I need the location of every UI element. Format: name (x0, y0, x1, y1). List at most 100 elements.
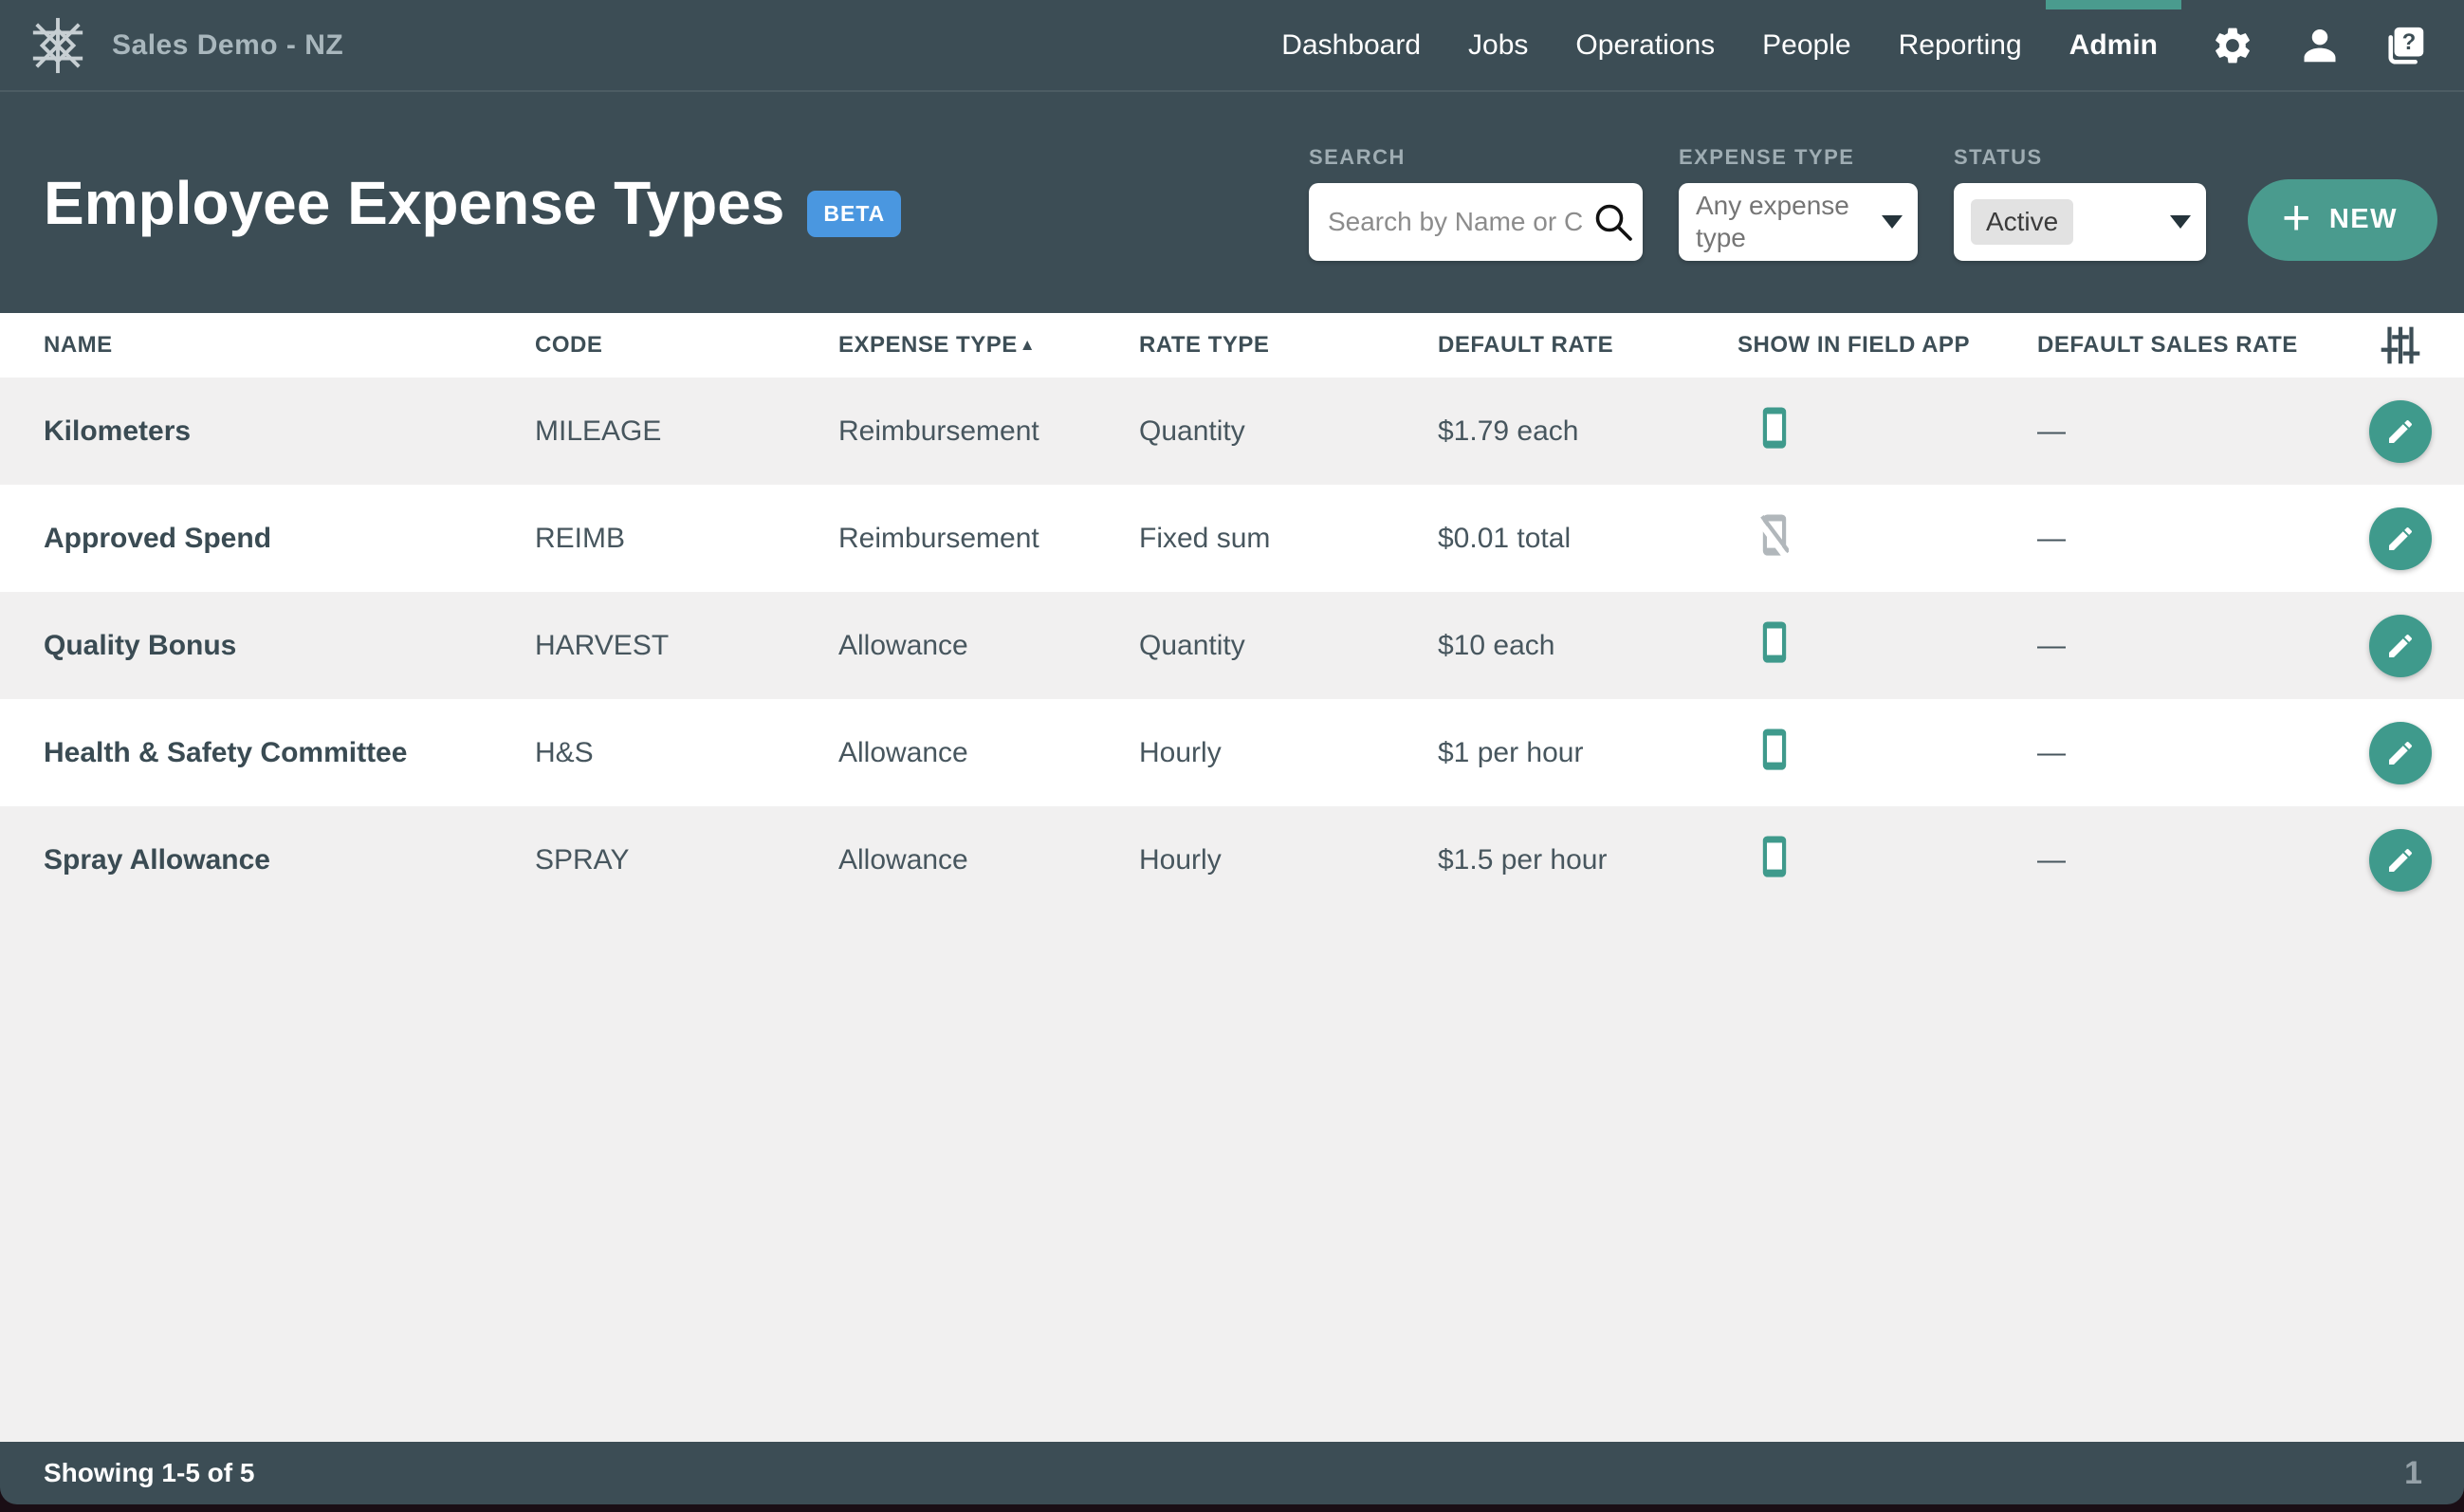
edit-button[interactable] (2369, 722, 2432, 784)
new-button[interactable]: + NEW (2248, 179, 2437, 261)
column-header-name[interactable]: NAME (0, 332, 535, 359)
expense-type-category: Allowance (838, 630, 1139, 662)
title-row: Employee Expense Types BETA (44, 168, 901, 238)
search-box (1309, 183, 1643, 261)
nav-item-reporting[interactable]: Reporting (1875, 0, 2046, 90)
column-header-expense-type[interactable]: EXPENSE TYPE▲ (838, 332, 1139, 359)
show-in-field-app-phone-icon (1760, 834, 1789, 879)
table-body: Kilometers MILEAGE Reimbursement Quantit… (0, 378, 2464, 913)
rate-type: Quantity (1139, 630, 1438, 662)
column-header-default-rate[interactable]: DEFAULT RATE (1438, 332, 1738, 359)
table-row[interactable]: Spray Allowance SPRAY Allowance Hourly $… (0, 806, 2464, 913)
show-in-field-app-phone-icon (1760, 727, 1789, 772)
help-button[interactable]: ? (2384, 23, 2430, 68)
page-number[interactable]: 1 (2404, 1455, 2422, 1492)
nav-item-people[interactable]: People (1738, 0, 1874, 90)
rate-type: Hourly (1139, 737, 1438, 769)
pencil-icon (2385, 845, 2416, 876)
status-chip: Active (1971, 199, 2073, 245)
expense-type-code: H&S (535, 737, 838, 769)
column-header-default-sales-rate[interactable]: DEFAULT SALES RATE (2037, 332, 2337, 359)
show-in-field-app-phone-icon (1760, 405, 1789, 451)
expense-type-value: Any expense type (1696, 190, 1882, 253)
rate-type: Quantity (1139, 415, 1438, 448)
expense-type-select[interactable]: Any expense type (1679, 183, 1918, 261)
search-icon[interactable] (1591, 200, 1635, 244)
sort-asc-icon: ▲ (1020, 336, 1036, 354)
table-header-row: NAME CODE EXPENSE TYPE▲ RATE TYPE DEFAUL… (0, 313, 2464, 378)
default-rate: $1.5 per hour (1438, 844, 1738, 876)
nav-icon-group: ? (2210, 23, 2430, 68)
new-button-label: NEW (2329, 204, 2398, 235)
beta-badge: BETA (807, 191, 901, 237)
person-icon (2298, 24, 2342, 67)
help-pages-icon: ? (2385, 24, 2429, 67)
nav-item-dashboard[interactable]: Dashboard (1258, 0, 1444, 90)
edit-button[interactable] (2369, 829, 2432, 892)
brand[interactable]: Sales Demo - NZ (28, 16, 343, 75)
table-row[interactable]: Quality Bonus HARVEST Allowance Quantity… (0, 592, 2464, 699)
table-row[interactable]: Approved Spend REIMB Reimbursement Fixed… (0, 485, 2464, 592)
default-sales-rate: — (2037, 737, 2337, 769)
default-rate: $10 each (1438, 630, 1738, 662)
expense-type-code: MILEAGE (535, 415, 838, 448)
chevron-down-icon (1882, 215, 1903, 229)
expense-type-label: EXPENSE TYPE (1679, 145, 1918, 170)
expense-type-name: Quality Bonus (0, 630, 535, 662)
top-navbar: Sales Demo - NZ Dashboard Jobs Operation… (0, 0, 2464, 92)
settings-button[interactable] (2210, 23, 2255, 68)
expense-type-name: Approved Spend (0, 523, 535, 555)
status-select[interactable]: Active (1954, 183, 2206, 261)
edit-button[interactable] (2369, 400, 2432, 463)
show-in-field-app-phone-off-icon (1760, 512, 1789, 558)
table-row[interactable]: Kilometers MILEAGE Reimbursement Quantit… (0, 378, 2464, 485)
column-header-show-in-field-app[interactable]: SHOW IN FIELD APP (1738, 332, 2037, 359)
pagination-bar: Showing 1-5 of 5 1 (0, 1442, 2464, 1504)
pagination-footer: Showing 1-5 of 5 1 (0, 1442, 2464, 1512)
show-in-field-app-phone-icon (1760, 619, 1789, 665)
pencil-icon (2385, 738, 2416, 768)
pencil-icon (2385, 524, 2416, 554)
expense-type-filter-group: EXPENSE TYPE Any expense type (1679, 145, 1918, 261)
expense-type-code: HARVEST (535, 630, 838, 662)
edit-button[interactable] (2369, 615, 2432, 677)
expense-type-category: Reimbursement (838, 415, 1139, 448)
empty-table-area (0, 913, 2464, 1442)
nav-item-admin[interactable]: Admin (2046, 0, 2181, 90)
column-header-code[interactable]: CODE (535, 332, 838, 359)
expense-type-category: Reimbursement (838, 523, 1139, 555)
expense-type-name: Kilometers (0, 415, 535, 448)
pencil-icon (2385, 416, 2416, 447)
table-row[interactable]: Health & Safety Committee H&S Allowance … (0, 699, 2464, 806)
default-sales-rate: — (2037, 415, 2337, 448)
expense-type-name: Spray Allowance (0, 844, 535, 876)
status-filter-group: STATUS Active (1954, 145, 2206, 261)
expense-type-category: Allowance (838, 737, 1139, 769)
organisation-name: Sales Demo - NZ (112, 29, 343, 62)
column-header-rate-type[interactable]: RATE TYPE (1139, 332, 1438, 359)
gear-icon (2211, 24, 2254, 67)
default-rate: $1 per hour (1438, 737, 1738, 769)
search-input[interactable] (1326, 206, 1584, 238)
column-settings-button[interactable] (2379, 323, 2422, 367)
expense-type-code: REIMB (535, 523, 838, 555)
account-button[interactable] (2297, 23, 2343, 68)
expense-type-name: Health & Safety Committee (0, 737, 535, 769)
snowflake-logo-icon (28, 16, 87, 75)
page-title: Employee Expense Types (44, 168, 784, 238)
expense-type-category: Allowance (838, 844, 1139, 876)
rate-type: Hourly (1139, 844, 1438, 876)
pencil-icon (2385, 631, 2416, 661)
app-window: Sales Demo - NZ Dashboard Jobs Operation… (0, 0, 2464, 1512)
status-label: STATUS (1954, 145, 2206, 170)
default-rate: $1.79 each (1438, 415, 1738, 448)
default-sales-rate: — (2037, 844, 2337, 876)
nav-item-jobs[interactable]: Jobs (1444, 0, 1552, 90)
page-header: Employee Expense Types BETA SEARCH EXPEN… (0, 92, 2464, 313)
default-sales-rate: — (2037, 630, 2337, 662)
nav-item-operations[interactable]: Operations (1552, 0, 1738, 90)
svg-text:?: ? (2402, 29, 2417, 55)
search-label: SEARCH (1309, 145, 1643, 170)
chevron-down-icon (2170, 215, 2191, 229)
edit-button[interactable] (2369, 507, 2432, 570)
